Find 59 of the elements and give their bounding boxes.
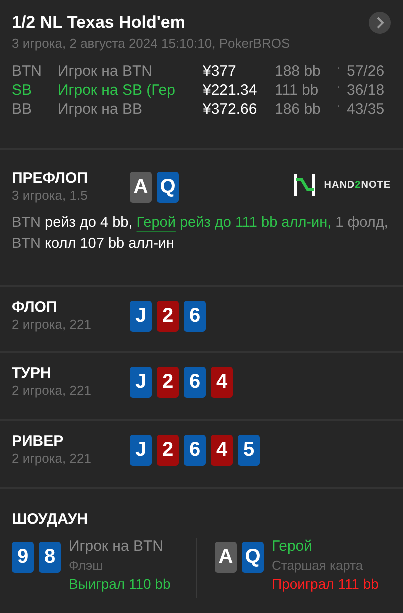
playing-card: 4 (211, 435, 233, 466)
playing-card: 2 (157, 301, 179, 332)
hero-link[interactable]: Герой (136, 215, 176, 231)
playing-card: J (130, 301, 152, 332)
playing-card: 2 (157, 367, 179, 398)
hand-result: Проиграл 111 bb (272, 576, 379, 592)
player-position: SB (12, 82, 34, 99)
street-title: ПРЕФЛОП (12, 170, 89, 187)
logo-icon (294, 174, 316, 196)
playing-card: 9 (12, 542, 34, 573)
showdown-title: ШОУДАУН (12, 511, 90, 528)
separator-dot: · (337, 82, 342, 95)
player-stats: 57/26 (347, 63, 386, 80)
playing-card: 2 (157, 435, 179, 466)
hand-title: 1/2 NL Texas Hold'em (12, 13, 186, 33)
logo-text: HAND2NOTE (324, 180, 391, 190)
player-bb: 111 bb (275, 82, 320, 99)
playing-card: Q (242, 542, 264, 573)
action-summary: BTN рейз до 4 bb, Герой рейз до 111 bb алл-ин, 1 фолд, BTN колл 107 bb алл-ин (12, 214, 390, 254)
player-bb: 188 bb (275, 63, 322, 80)
hero-link[interactable]: Герой (272, 538, 379, 555)
street-info: 2 игрока, 221 (12, 317, 92, 332)
player-stats: 36/18 (347, 82, 386, 99)
player-stack: ¥377 (203, 63, 238, 80)
player-name: Игрок на BTN (69, 538, 164, 555)
separator-dot: · (337, 63, 342, 76)
playing-card: J (130, 367, 152, 398)
player-name: Игрок на BTN (58, 63, 154, 80)
player-stack: ¥221.34 (203, 82, 258, 99)
playing-card: A (130, 172, 152, 203)
playing-card: 8 (39, 542, 61, 573)
street-title: ФЛОП (12, 299, 58, 316)
player-position: BTN (12, 63, 43, 80)
hand-rank: Флэш (69, 558, 104, 573)
street-title: РИВЕР (12, 433, 65, 450)
street-info: 2 игрока, 221 (12, 383, 92, 398)
separator-dot: · (337, 101, 342, 114)
hand-rank: Старшая карта (272, 558, 364, 573)
playing-card: A (215, 542, 237, 573)
street-title: ТУРН (12, 365, 52, 382)
playing-card: 6 (184, 435, 206, 466)
playing-card: Q (157, 172, 179, 203)
player-name: Игрок на BB (58, 101, 144, 118)
street-info: 3 игрока, 1.5 (12, 188, 89, 203)
hand-result: Выиграл 110 bb (69, 576, 171, 592)
player-stack: ¥372.66 (203, 101, 258, 118)
hand-info: 3 игрока, 2 августа 2024 15:10:10, PokerBROS (12, 36, 292, 51)
playing-card: 4 (211, 367, 233, 398)
next-button[interactable] (369, 12, 391, 34)
street-info: 2 игрока, 221 (12, 451, 92, 466)
playing-card: 6 (184, 367, 206, 398)
player-link[interactable]: Игрок на SB (Гер (58, 82, 203, 99)
player-bb: 186 bb (275, 101, 322, 118)
player-position: BB (12, 101, 34, 118)
player-stats: 43/35 (347, 101, 386, 118)
playing-card: J (130, 435, 152, 466)
chevron-icon (375, 17, 385, 29)
playing-card: 5 (238, 435, 260, 466)
playing-card: 6 (184, 301, 206, 332)
